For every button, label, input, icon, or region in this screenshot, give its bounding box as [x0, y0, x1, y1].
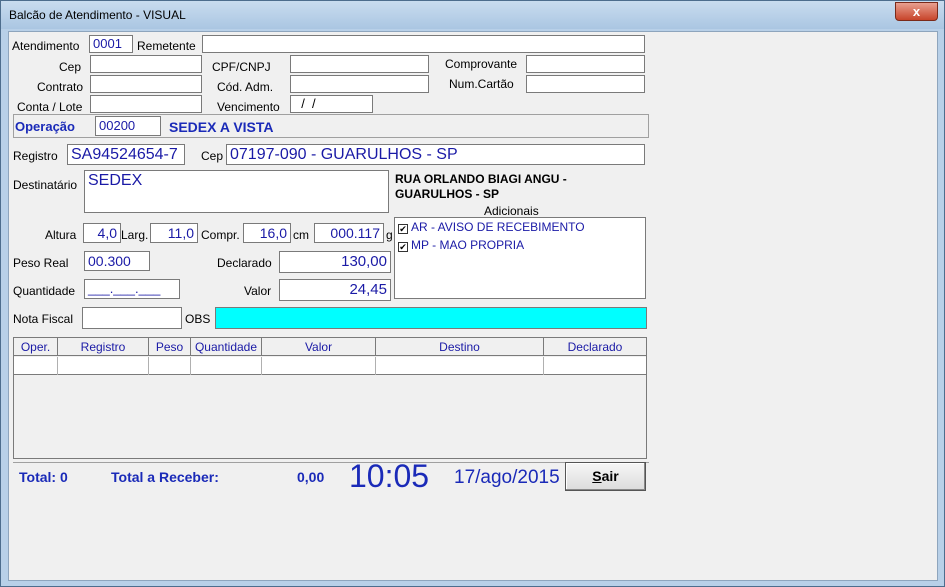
contrato-field[interactable]: [90, 75, 202, 93]
compr-field[interactable]: 16,0: [243, 223, 291, 243]
obs-label: OBS: [185, 312, 211, 326]
table-cell: [376, 357, 544, 375]
operacao-name: SEDEX A VISTA: [169, 119, 274, 135]
pesoreal-field[interactable]: 00.300: [84, 251, 150, 271]
declarado-field[interactable]: 130,00: [279, 251, 391, 273]
g-label: g: [386, 228, 393, 242]
altura-field[interactable]: 4,0: [83, 223, 121, 243]
compr-label: Compr.: [201, 228, 240, 242]
cpf-field[interactable]: [290, 55, 429, 73]
total-count: Total: 0: [19, 469, 68, 485]
table-cell: [262, 357, 376, 375]
largura-field[interactable]: 11,0: [150, 223, 198, 243]
operacao-label: Operação: [15, 119, 75, 134]
col-registro[interactable]: Registro: [58, 338, 149, 356]
address-line2: GUARULHOS - SP: [395, 187, 500, 201]
cpf-label: CPF/CNPJ: [212, 60, 271, 74]
table-cell: [14, 357, 58, 375]
volume-field[interactable]: 000.117: [314, 223, 384, 243]
quantidade-label: Quantidade: [13, 284, 76, 298]
adicional-item-label: AR - AVISO DE RECEBIMENTO: [411, 220, 585, 234]
largura-label: Larg.: [121, 228, 149, 242]
obs-field[interactable]: [215, 307, 647, 329]
table-cell: [544, 357, 646, 375]
altura-label: Altura: [45, 228, 77, 242]
registro-field[interactable]: SA94524654-7: [67, 144, 185, 165]
total-receber-value: 0,00: [297, 469, 325, 485]
notafiscal-field[interactable]: [82, 307, 182, 329]
col-peso[interactable]: Peso: [149, 338, 191, 356]
cep-label: Cep: [59, 60, 82, 74]
checkbox-checked-icon[interactable]: ✔: [398, 242, 408, 252]
codadm-field[interactable]: [290, 75, 429, 93]
title-bar: Balcão de Atendimento - VISUAL x: [1, 1, 944, 29]
comprovante-label: Comprovante: [445, 57, 518, 71]
checkbox-checked-icon[interactable]: ✔: [398, 224, 408, 234]
vencimento-label: Vencimento: [217, 100, 280, 114]
valor-field[interactable]: 24,45: [279, 279, 391, 301]
adicional-item-mp[interactable]: ✔ MP - MAO PROPRIA: [398, 238, 524, 252]
table-cell: [58, 357, 149, 375]
adicionais-label: Adicionais: [484, 204, 539, 218]
cep2-field[interactable]: 07197-090 - GUARULHOS - SP: [226, 144, 645, 165]
remetente-label: Remetente: [137, 39, 196, 53]
sair-accelerator: S: [592, 468, 602, 484]
adicional-item-label: MP - MAO PROPRIA: [411, 238, 525, 252]
table-cell: [149, 357, 191, 375]
destinatario-label: Destinatário: [13, 178, 78, 192]
items-grid[interactable]: Oper. Registro Peso Quantidade Valor Des…: [13, 337, 647, 459]
operacao-code-field[interactable]: 00200: [95, 116, 161, 136]
current-date: 17/ago/2015: [454, 467, 560, 488]
col-quantidade[interactable]: Quantidade: [191, 338, 262, 356]
contrato-label: Contrato: [37, 80, 84, 94]
cep2-label: Cep: [201, 149, 224, 163]
quantidade-field[interactable]: ___.___.___: [84, 279, 180, 299]
grid-header: Oper. Registro Peso Quantidade Valor Des…: [14, 338, 646, 356]
table-cell: [191, 357, 262, 375]
cep-field[interactable]: [90, 55, 202, 73]
col-declarado[interactable]: Declarado: [544, 338, 646, 356]
adicional-item-ar[interactable]: ✔ AR - AVISO DE RECEBIMENTO: [398, 220, 585, 234]
clock-time: 10:05: [349, 458, 430, 494]
form-area: Atendimento 0001 Remetente Cep CPF/CNPJ …: [8, 31, 938, 581]
destinatario-field[interactable]: SEDEX: [84, 170, 389, 213]
registro-label: Registro: [13, 149, 58, 163]
sair-label: air: [601, 468, 619, 484]
table-row[interactable]: [14, 357, 646, 375]
contalote-field[interactable]: [90, 95, 202, 113]
numcartao-label: Num.Cartão: [449, 77, 514, 91]
valor-label: Valor: [244, 284, 272, 298]
col-destino[interactable]: Destino: [376, 338, 544, 356]
remetente-field[interactable]: [202, 35, 645, 53]
col-oper[interactable]: Oper.: [14, 338, 58, 356]
total-receber-label: Total a Receber:: [111, 469, 219, 485]
notafiscal-label: Nota Fiscal: [13, 312, 74, 326]
adicionais-list: ✔ AR - AVISO DE RECEBIMENTO ✔ MP - MAO PRO…: [394, 217, 646, 299]
sair-button[interactable]: Sair: [565, 462, 646, 491]
atendimento-field[interactable]: 0001: [89, 35, 133, 53]
atendimento-label: Atendimento: [12, 39, 80, 53]
declarado-label: Declarado: [217, 256, 272, 270]
pesoreal-label: Peso Real: [13, 256, 69, 270]
codadm-label: Cód. Adm.: [217, 80, 274, 94]
cm-label: cm: [293, 228, 309, 242]
vencimento-field[interactable]: / /: [290, 95, 373, 113]
main-window: Balcão de Atendimento - VISUAL x Atendim…: [0, 0, 945, 587]
comprovante-field[interactable]: [526, 55, 645, 73]
numcartao-field[interactable]: [526, 75, 645, 93]
contalote-label: Conta / Lote: [17, 100, 83, 114]
window-title: Balcão de Atendimento - VISUAL: [9, 8, 186, 22]
close-button[interactable]: x: [895, 2, 938, 21]
address-line1: RUA ORLANDO BIAGI ANGU -: [395, 172, 567, 186]
col-valor[interactable]: Valor: [262, 338, 376, 356]
